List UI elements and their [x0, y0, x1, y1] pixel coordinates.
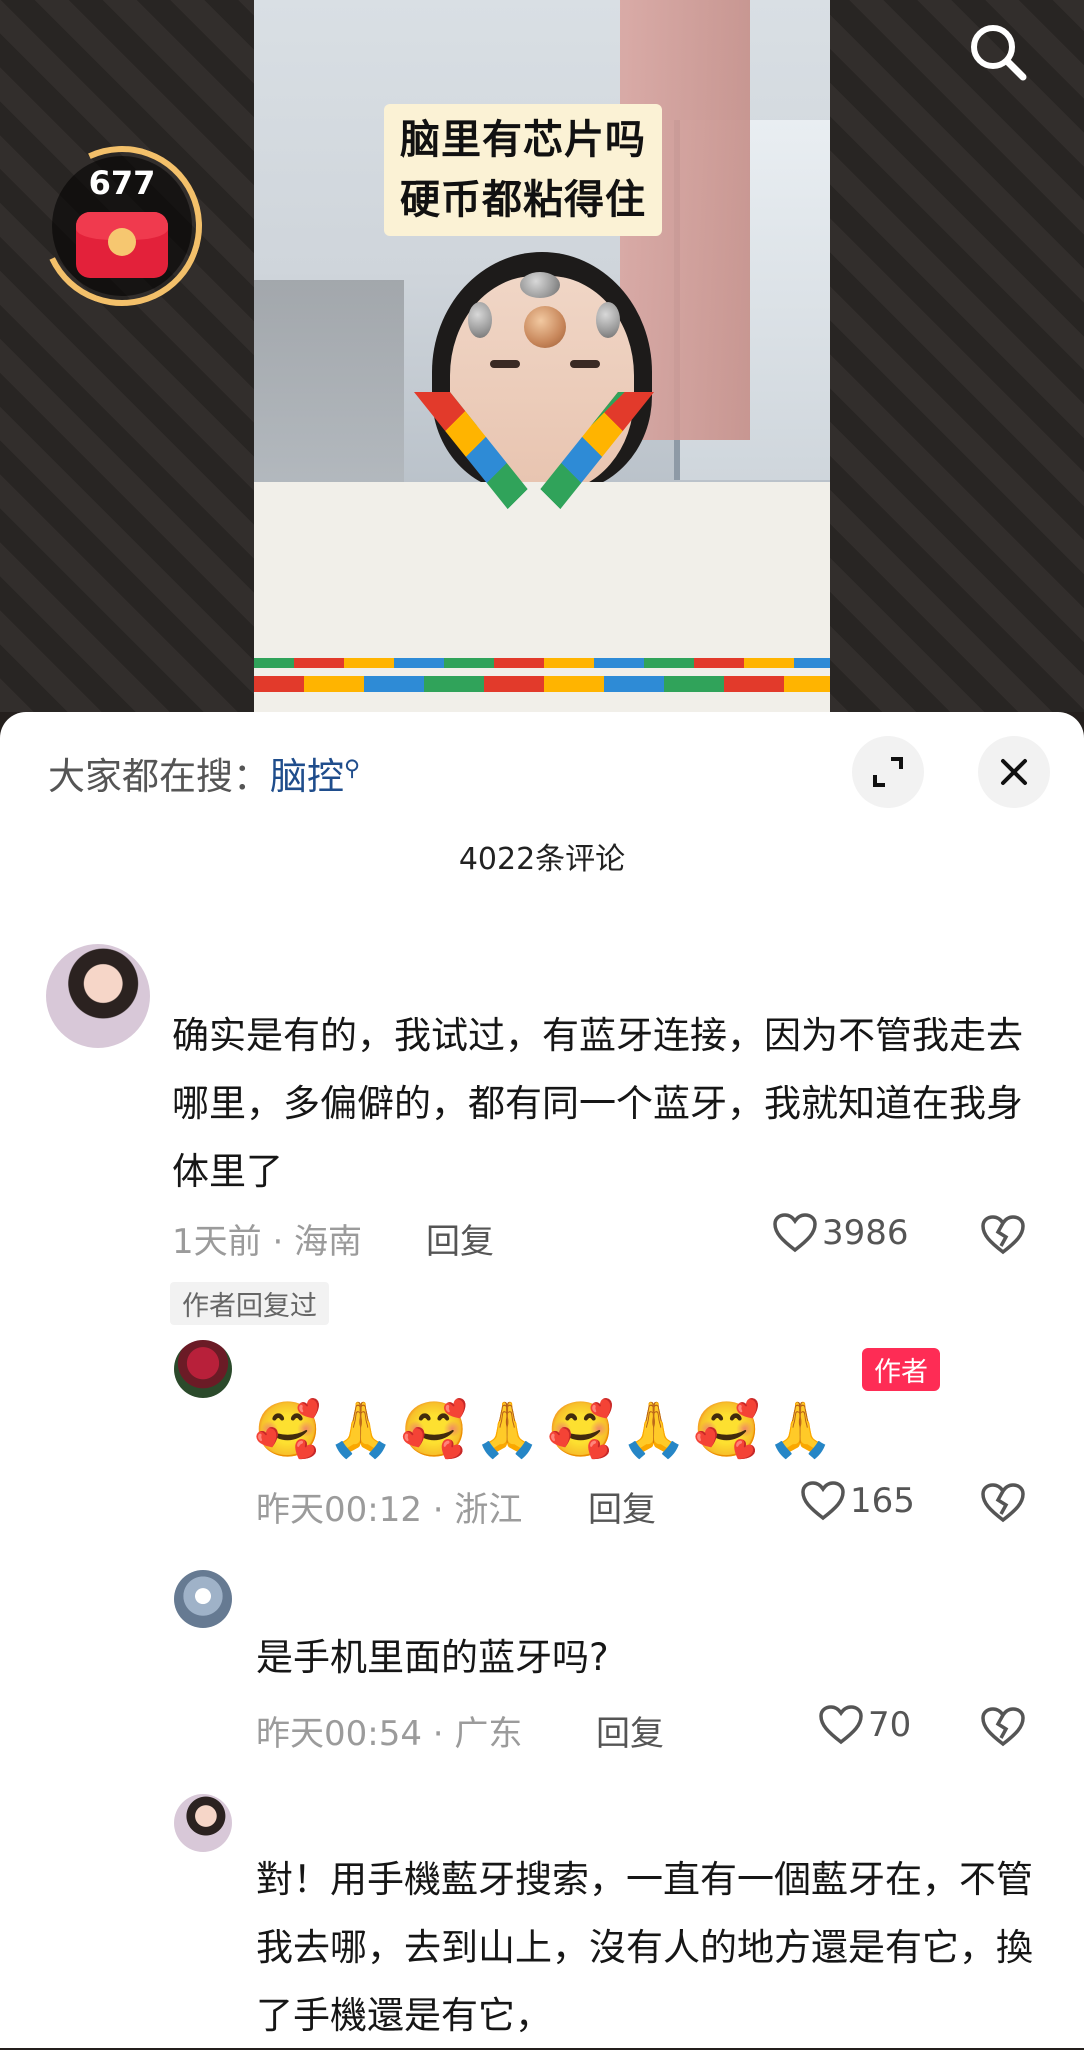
heart-icon [773, 1213, 817, 1253]
comment-count: 4022条评论 [458, 842, 626, 877]
red-packet-widget[interactable]: 677 [19, 123, 225, 329]
comment-text: 确实是有的，我试过，有蓝牙连接，因为不管我走去哪里，多偏僻的，都有同一个蓝牙，我… [172, 1014, 1023, 1193]
close-button[interactable] [978, 736, 1050, 808]
hot-search-bar[interactable]: 大家都在搜：脑控⚲ [48, 746, 360, 800]
heart-icon [801, 1481, 845, 1521]
search-button[interactable] [960, 14, 1036, 90]
close-icon [1001, 759, 1027, 785]
comment-meta: 昨天00:54 · 广东 [256, 1714, 523, 1754]
avatar[interactable] [174, 1570, 232, 1628]
coin-decor [524, 306, 566, 348]
stripe-decor [254, 676, 830, 692]
avatar[interactable] [174, 1794, 232, 1852]
broken-heart-icon [981, 1483, 1025, 1523]
comment-text: 🥰🙏🥰🙏🥰🙏🥰🙏 [254, 1398, 840, 1461]
caption-line: 脑里有芯片吗 [400, 117, 646, 163]
search-icon: ⚲ [344, 756, 361, 782]
broken-heart-icon [981, 1707, 1025, 1747]
coin-decor [468, 302, 492, 338]
comment-meta: 1天前 · 海南 [172, 1222, 363, 1262]
like-button[interactable]: 70 [818, 1704, 911, 1746]
avatar[interactable] [46, 944, 150, 1048]
like-button[interactable]: 3986 [772, 1212, 909, 1254]
author-replied-tag: 作者回复过 [170, 1282, 329, 1325]
caption-line: 硬币都粘得住 [400, 177, 646, 223]
search-icon [971, 25, 1027, 81]
expand-button[interactable] [852, 736, 924, 808]
red-envelope-icon [76, 212, 168, 278]
like-count: 165 [850, 1481, 915, 1521]
author-tag: 作者 [862, 1348, 940, 1391]
reply-button[interactable]: 回复 [588, 1482, 656, 1531]
comments-sheet: 大家都在搜：脑控⚲ 4022条评论 确实是有的，我试过，有蓝牙连接，因为不管我走… [0, 712, 1084, 2048]
like-button[interactable]: 165 [800, 1480, 915, 1522]
reply-button[interactable]: 回复 [426, 1214, 494, 1263]
red-packet-count: 677 [88, 164, 156, 202]
eye-decor [490, 360, 520, 368]
eye-decor [570, 360, 600, 368]
coin-decor [520, 272, 560, 298]
hot-search-keyword[interactable]: 脑控 [270, 755, 344, 798]
video-caption: 脑里有芯片吗 硬币都粘得住 [384, 104, 662, 236]
dislike-button[interactable] [980, 1482, 1026, 1528]
comment-text: 是手机里面的蓝牙吗? [256, 1636, 609, 1679]
like-count: 70 [868, 1705, 912, 1745]
reply-button[interactable]: 回复 [596, 1706, 664, 1755]
broken-heart-icon [981, 1215, 1025, 1255]
comment-text: 對！用手機藍牙搜索，一直有一個藍牙在，不管我去哪，去到山上，沒有人的地方還是有它… [256, 1858, 1033, 2037]
heart-icon [819, 1705, 863, 1745]
comment-meta: 昨天00:12 · 浙江 [256, 1490, 523, 1530]
avatar[interactable] [174, 1340, 232, 1398]
like-count: 3986 [822, 1213, 909, 1253]
dislike-button[interactable] [980, 1706, 1026, 1752]
coin-decor [596, 302, 620, 338]
stripe-decor [254, 658, 830, 668]
expand-icon [873, 757, 903, 787]
dislike-button[interactable] [980, 1214, 1026, 1260]
hot-search-prefix: 大家都在搜： [48, 755, 270, 798]
